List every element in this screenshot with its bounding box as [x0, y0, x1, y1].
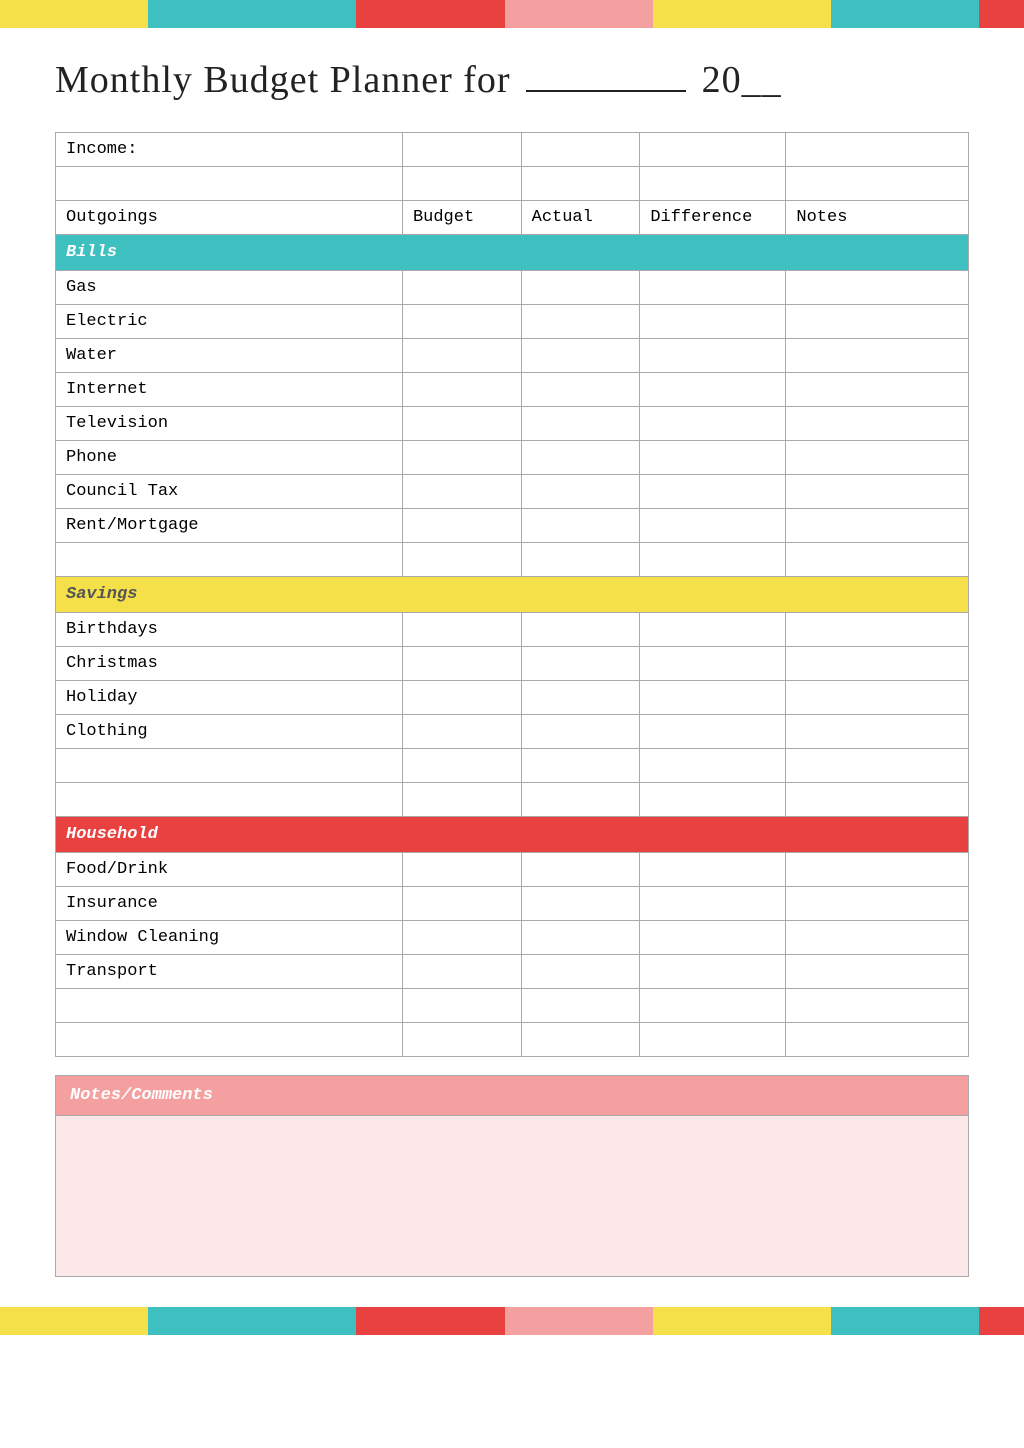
- bar-yellow-1: [0, 0, 148, 28]
- table-row: Television: [56, 407, 969, 441]
- notes-body[interactable]: [56, 1116, 968, 1276]
- bar-bottom-red-2: [979, 1307, 1024, 1335]
- col-difference: Difference: [640, 201, 786, 235]
- gas-budget: [402, 271, 521, 305]
- bar-bottom-red-1: [356, 1307, 504, 1335]
- bar-bottom-yellow-1: [0, 1307, 148, 1335]
- col-outgoings: Outgoings: [56, 201, 403, 235]
- income-notes: [786, 133, 969, 167]
- item-christmas: Christmas: [56, 647, 403, 681]
- bar-bottom-yellow-2: [653, 1307, 831, 1335]
- budget-table: Income: Outgoings Budget Actual Differen…: [55, 132, 969, 1057]
- spacer-row-4: [56, 783, 969, 817]
- table-row: Food/Drink: [56, 853, 969, 887]
- bar-bottom-teal-2: [831, 1307, 979, 1335]
- item-holiday: Holiday: [56, 681, 403, 715]
- table-row: Christmas: [56, 647, 969, 681]
- column-header-row: Outgoings Budget Actual Difference Notes: [56, 201, 969, 235]
- table-row: Electric: [56, 305, 969, 339]
- bar-bottom-teal-1: [148, 1307, 356, 1335]
- spacer-row-5: [56, 989, 969, 1023]
- table-row: Gas: [56, 271, 969, 305]
- page-title: Monthly Budget Planner for 20__: [55, 58, 969, 102]
- item-window-cleaning: Window Cleaning: [56, 921, 403, 955]
- item-birthdays: Birthdays: [56, 613, 403, 647]
- bar-red-2: [979, 0, 1024, 28]
- table-row: Holiday: [56, 681, 969, 715]
- table-row: Council Tax: [56, 475, 969, 509]
- col-budget: Budget: [402, 201, 521, 235]
- spacer-row-1: [56, 167, 969, 201]
- income-label: Income:: [56, 133, 403, 167]
- item-council-tax: Council Tax: [56, 475, 403, 509]
- notes-header: Notes/Comments: [56, 1076, 968, 1116]
- col-actual: Actual: [521, 201, 640, 235]
- item-insurance: Insurance: [56, 887, 403, 921]
- table-row: Birthdays: [56, 613, 969, 647]
- spacer-row-3: [56, 749, 969, 783]
- item-electric: Electric: [56, 305, 403, 339]
- spacer-row-2: [56, 543, 969, 577]
- title-line: [526, 90, 686, 92]
- income-actual: [521, 133, 640, 167]
- item-food-drink: Food/Drink: [56, 853, 403, 887]
- title-year: 20__: [702, 59, 782, 101]
- item-phone: Phone: [56, 441, 403, 475]
- spacer-row-6: [56, 1023, 969, 1057]
- table-row: Transport: [56, 955, 969, 989]
- table-row: Internet: [56, 373, 969, 407]
- table-row: Phone: [56, 441, 969, 475]
- table-row: Insurance: [56, 887, 969, 921]
- table-row: Clothing: [56, 715, 969, 749]
- bottom-color-bar: [0, 1307, 1024, 1335]
- savings-label: Savings: [56, 577, 969, 613]
- category-savings-header: Savings: [56, 577, 969, 613]
- income-budget: [402, 133, 521, 167]
- gas-diff: [640, 271, 786, 305]
- income-diff: [640, 133, 786, 167]
- bar-yellow-2: [653, 0, 831, 28]
- title-prefix: Monthly Budget Planner for: [55, 59, 511, 101]
- bar-teal-1: [148, 0, 356, 28]
- item-clothing: Clothing: [56, 715, 403, 749]
- income-row: Income:: [56, 133, 969, 167]
- table-row: Rent/Mortgage: [56, 509, 969, 543]
- category-bills-header: Bills: [56, 235, 969, 271]
- item-water: Water: [56, 339, 403, 373]
- item-television: Television: [56, 407, 403, 441]
- item-transport: Transport: [56, 955, 403, 989]
- item-rent-mortgage: Rent/Mortgage: [56, 509, 403, 543]
- table-row: Water: [56, 339, 969, 373]
- gas-actual: [521, 271, 640, 305]
- col-notes: Notes: [786, 201, 969, 235]
- page: Monthly Budget Planner for 20__ Income:: [0, 0, 1024, 1448]
- household-label: Household: [56, 817, 969, 853]
- bar-red-1: [356, 0, 504, 28]
- item-gas: Gas: [56, 271, 403, 305]
- bills-label: Bills: [56, 235, 969, 271]
- bar-bottom-pink-1: [505, 1307, 653, 1335]
- bar-teal-2: [831, 0, 979, 28]
- notes-section: Notes/Comments: [55, 1075, 969, 1277]
- top-color-bar: [0, 0, 1024, 28]
- main-content: Monthly Budget Planner for 20__ Income:: [0, 28, 1024, 1307]
- gas-notes: [786, 271, 969, 305]
- table-row: Window Cleaning: [56, 921, 969, 955]
- category-household-header: Household: [56, 817, 969, 853]
- item-internet: Internet: [56, 373, 403, 407]
- bar-pink-1: [505, 0, 653, 28]
